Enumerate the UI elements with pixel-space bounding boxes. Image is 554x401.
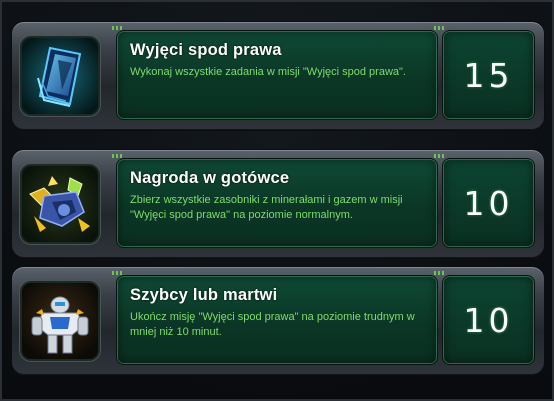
- achievement-description: Wykonaj wszystkie zadania w misji "Wyjęc…: [130, 66, 406, 78]
- achievement-text-panel: Nagroda w gotówce Zbierz wszystkie zasob…: [118, 160, 436, 246]
- space-marine-icon: [22, 283, 98, 359]
- achievement-description: Ukończ misję "Wyjęci spod prawa" na pozi…: [130, 311, 415, 338]
- reward-machine-icon: [22, 166, 98, 242]
- achievement-text-panel: Szybcy lub martwi Ukończ misję "Wyjęci s…: [118, 277, 436, 363]
- achievement-icon-frame: [22, 38, 98, 114]
- achievement-points-box: 10: [444, 160, 533, 246]
- achievement-description: Zbierz wszystkie zasobniki z minerałami …: [130, 194, 403, 221]
- achievements-window: Wyjęci spod prawa Wykonaj wszystkie zada…: [0, 0, 554, 401]
- achievement-card[interactable]: Nagroda w gotówce Zbierz wszystkie zasob…: [12, 150, 544, 258]
- achievement-title: Nagroda w gotówce: [130, 169, 290, 187]
- achievement-icon-frame: [22, 283, 98, 359]
- achievement-title: Szybcy lub martwi: [130, 286, 278, 304]
- achievement-points-box: 15: [444, 32, 533, 118]
- blue-card-icon: [22, 38, 98, 114]
- achievement-points: 15: [463, 55, 514, 95]
- achievement-card[interactable]: Wyjęci spod prawa Wykonaj wszystkie zada…: [12, 22, 544, 130]
- achievement-points-box: 10: [444, 277, 533, 363]
- achievement-title: Wyjęci spod prawa: [130, 41, 282, 59]
- achievement-text-panel: Wyjęci spod prawa Wykonaj wszystkie zada…: [118, 32, 436, 118]
- achievement-points: 10: [463, 300, 514, 340]
- achievement-icon-frame: [22, 166, 98, 242]
- achievement-points: 10: [463, 183, 514, 223]
- achievement-card[interactable]: Szybcy lub martwi Ukończ misję "Wyjęci s…: [12, 267, 544, 375]
